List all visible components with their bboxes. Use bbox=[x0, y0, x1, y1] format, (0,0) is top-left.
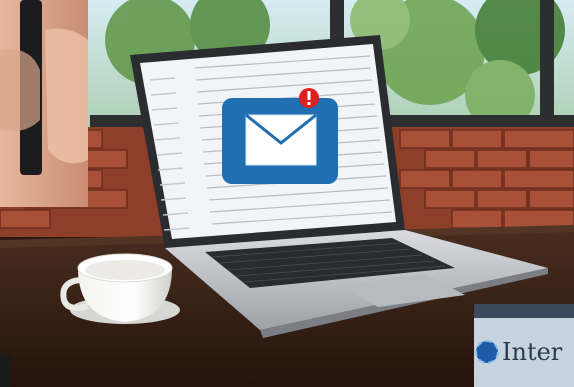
coffee-cup bbox=[60, 253, 180, 324]
inset-hand-phone bbox=[0, 0, 88, 207]
inset-browser-text: Inter bbox=[502, 338, 563, 366]
corner-shadow bbox=[0, 355, 10, 387]
mail-envelope-icon bbox=[222, 98, 338, 184]
alert-badge-icon bbox=[299, 88, 319, 108]
scene-illustration: Inter bbox=[0, 0, 574, 387]
photo-scene: Inter bbox=[0, 0, 574, 387]
